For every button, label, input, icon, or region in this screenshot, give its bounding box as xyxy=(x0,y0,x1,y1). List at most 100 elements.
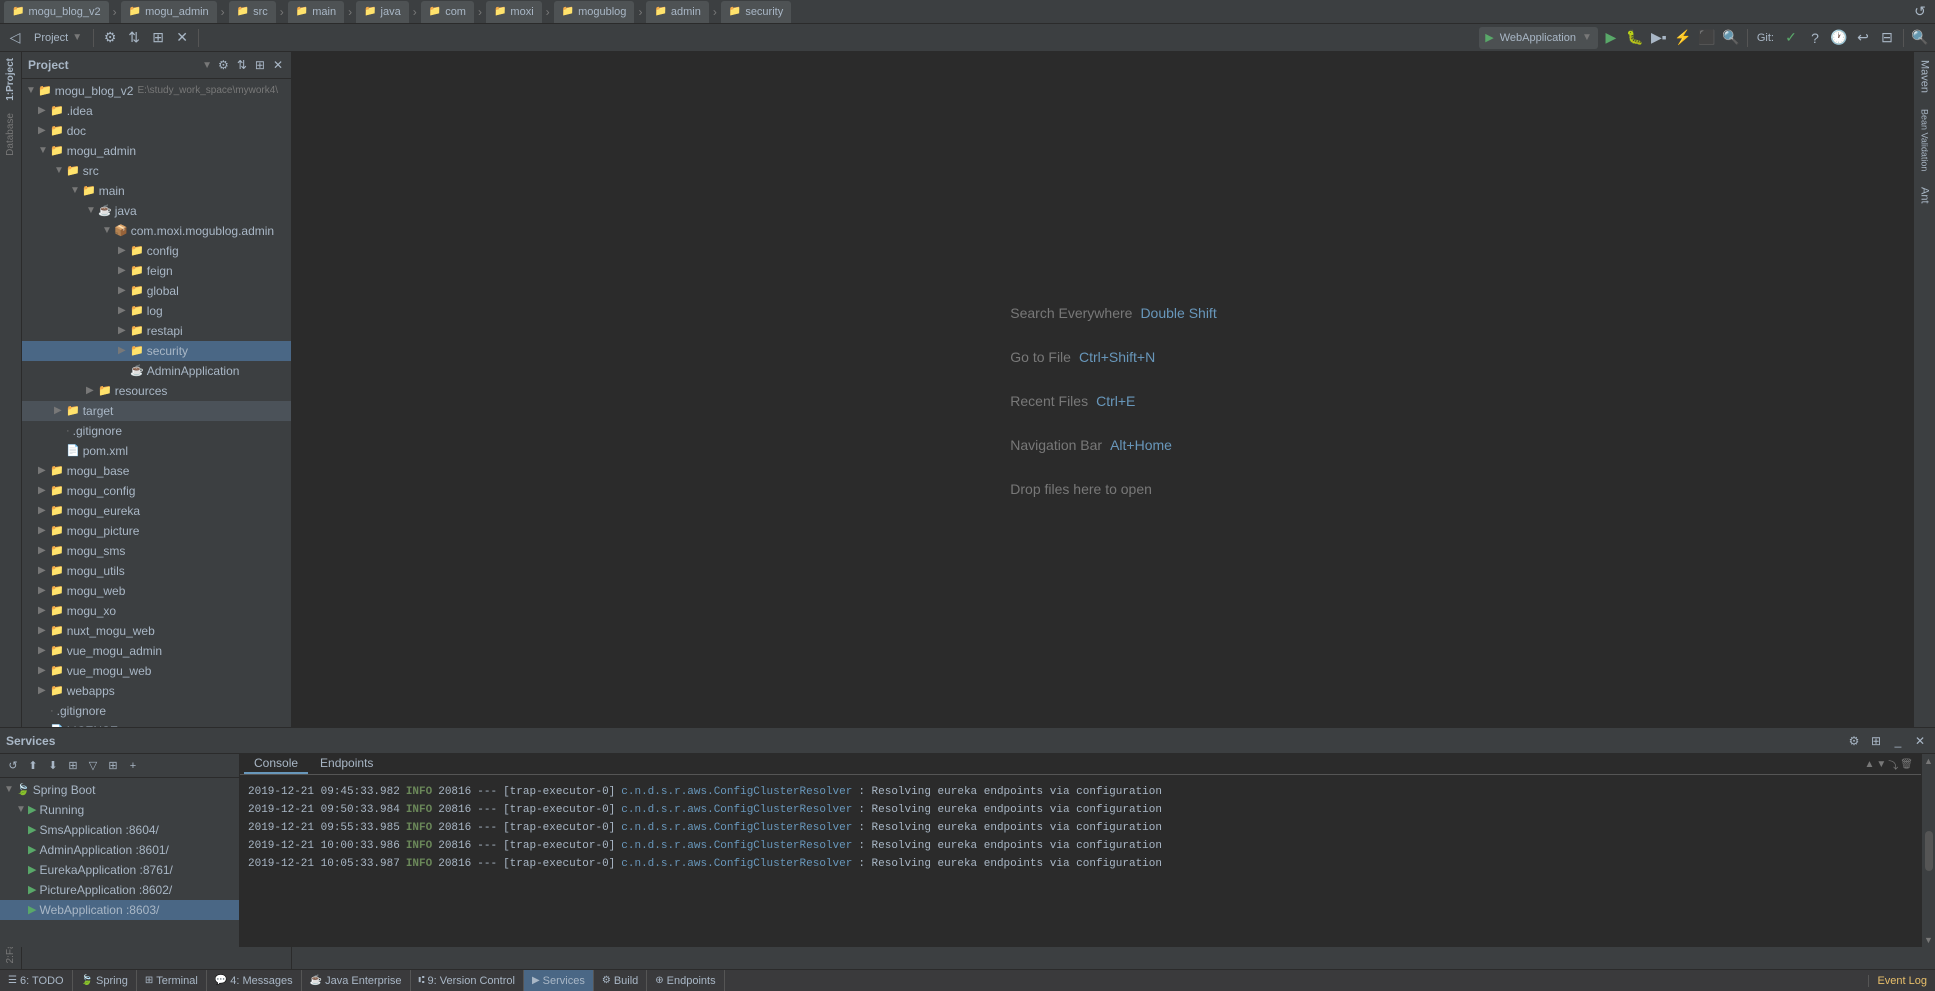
search-button[interactable]: 🔍 xyxy=(1720,27,1742,49)
services-more-btn[interactable]: ⊞ xyxy=(104,757,122,775)
git-question[interactable]: ? xyxy=(1804,27,1826,49)
services-layout-btn[interactable]: ⊞ xyxy=(1867,732,1885,750)
status-messages[interactable]: 💬 4: Messages xyxy=(207,970,302,991)
sidebar-tab-ant[interactable]: Ant xyxy=(1916,179,1934,212)
tree-vue-mogu-web[interactable]: ▶ 📁 vue_mogu_web xyxy=(22,661,291,681)
tree-src[interactable]: ▼ 📁 src xyxy=(22,161,291,181)
project-close-btn[interactable]: ✕ xyxy=(271,56,285,74)
tree-mogu-admin[interactable]: ▼ 📁 mogu_admin xyxy=(22,141,291,161)
services-spring-boot[interactable]: ▼ 🍃 Spring Boot xyxy=(0,780,239,800)
tree-webapps[interactable]: ▶ 📁 webapps xyxy=(22,681,291,701)
tree-nuxt-mogu-web[interactable]: ▶ 📁 nuxt_mogu_web xyxy=(22,621,291,641)
tab-moxi[interactable]: 📁 moxi xyxy=(486,1,542,23)
tree-mogu-web[interactable]: ▶ 📁 mogu_web xyxy=(22,581,291,601)
tree-pom[interactable]: 📄 pom.xml xyxy=(22,441,291,461)
services-sms-app[interactable]: ▶ SmsApplication :8604/ xyxy=(0,820,239,840)
project-expand-btn[interactable]: ⊞ xyxy=(253,56,267,74)
debug-button[interactable]: 🐛 xyxy=(1624,27,1646,49)
sidebar-tab-database[interactable]: Database xyxy=(3,107,18,162)
status-event-log[interactable]: Event Log xyxy=(1868,975,1935,987)
services-close-btn[interactable]: ✕ xyxy=(1911,732,1929,750)
services-add-btn[interactable]: + xyxy=(124,757,142,775)
console-tab-console[interactable]: Console xyxy=(244,754,308,774)
tree-mogu-utils[interactable]: ▶ 📁 mogu_utils xyxy=(22,561,291,581)
console-tab-endpoints[interactable]: Endpoints xyxy=(310,754,383,774)
console-wrap-btn[interactable]: ⤵ xyxy=(1888,757,1898,772)
console-log-area[interactable]: 2019-12-21 09:45:33.982 INFO 20816 --- [… xyxy=(240,775,1921,947)
tree-mogu-base[interactable]: ▶ 📁 mogu_base xyxy=(22,461,291,481)
console-clear-btn[interactable]: 🗑 xyxy=(1900,759,1913,770)
tab-mogu-admin[interactable]: 📁 mogu_admin xyxy=(121,1,217,23)
git-check[interactable]: ✓ xyxy=(1780,27,1802,49)
status-services[interactable]: ▶ Services xyxy=(524,970,594,991)
tree-security[interactable]: ▶ 📁 security xyxy=(22,341,291,361)
project-layout-btn[interactable]: ⇅ xyxy=(235,56,249,74)
tab-mogublog[interactable]: 📁 mogublog xyxy=(554,1,635,23)
services-admin-app[interactable]: ▶ AdminApplication :8601/ xyxy=(0,840,239,860)
tab-admin[interactable]: 📁 admin xyxy=(646,1,708,23)
profile-button[interactable]: ⚡ xyxy=(1672,27,1694,49)
tree-config[interactable]: ▶ 📁 config xyxy=(22,241,291,261)
tab-main[interactable]: 📁 main xyxy=(288,1,344,23)
tab-mogu-blog-v2[interactable]: 📁 mogu_blog_v2 xyxy=(4,1,109,23)
services-filter-btn[interactable]: ▽ xyxy=(84,757,102,775)
tree-resources[interactable]: ▶ 📁 resources xyxy=(22,381,291,401)
tree-mogu-picture[interactable]: ▶ 📁 mogu_picture xyxy=(22,521,291,541)
tree-root[interactable]: ▼ 📁 mogu_blog_v2 E:\study_work_space\myw… xyxy=(22,81,291,101)
tab-java[interactable]: 📁 java xyxy=(356,1,409,23)
tree-target[interactable]: ▶ 📁 target xyxy=(22,401,291,421)
tree-gitignore-root[interactable]: · .gitignore xyxy=(22,701,291,721)
scrollbar-down-btn[interactable]: ▼ xyxy=(1922,933,1935,947)
git-undo[interactable]: ↩ xyxy=(1852,27,1874,49)
toolbar-search2[interactable]: 🔍 xyxy=(1909,27,1931,49)
tree-mogu-sms[interactable]: ▶ 📁 mogu_sms xyxy=(22,541,291,561)
status-spring[interactable]: 🍃 Spring xyxy=(73,970,137,991)
status-terminal[interactable]: ⊞ Terminal xyxy=(137,970,207,991)
services-settings-btn[interactable]: ⚙ xyxy=(1845,732,1863,750)
console-scroll-up[interactable]: ▲ xyxy=(1864,759,1874,770)
run-config-name[interactable]: WebApplication xyxy=(1500,32,1576,44)
services-web-app[interactable]: ▶ WebApplication :8603/ xyxy=(0,900,239,920)
sidebar-tab-maven[interactable]: Maven xyxy=(1916,52,1934,101)
stop-button[interactable]: ⬛ xyxy=(1696,27,1718,49)
toolbar-settings[interactable]: ⚙ xyxy=(99,27,121,49)
status-version-control[interactable]: ⑆ 9: Version Control xyxy=(411,970,524,991)
scrollbar-thumb[interactable] xyxy=(1925,831,1933,871)
run-with-coverage-button[interactable]: ▶▪ xyxy=(1648,27,1670,49)
services-minimize-btn[interactable]: _ xyxy=(1889,732,1907,750)
refresh-icon[interactable]: ↺ xyxy=(1909,1,1931,23)
project-settings-btn[interactable]: ⚙ xyxy=(216,56,231,74)
console-scrollbar[interactable]: ▲ ▼ xyxy=(1921,754,1935,947)
status-endpoints[interactable]: ⊕ Endpoints xyxy=(647,970,724,991)
tab-com[interactable]: 📁 com xyxy=(421,1,474,23)
tab-security[interactable]: 📁 security xyxy=(721,1,791,23)
tree-doc[interactable]: ▶ 📁 doc xyxy=(22,121,291,141)
services-up-btn[interactable]: ⬆ xyxy=(24,757,42,775)
scrollbar-up-btn[interactable]: ▲ xyxy=(1922,754,1935,768)
tree-main[interactable]: ▼ 📁 main xyxy=(22,181,291,201)
tree-log[interactable]: ▶ 📁 log xyxy=(22,301,291,321)
tree-java[interactable]: ▼ ☕ java xyxy=(22,201,291,221)
tree-mogu-eureka[interactable]: ▶ 📁 mogu_eureka xyxy=(22,501,291,521)
tree-restapi[interactable]: ▶ 📁 restapi xyxy=(22,321,291,341)
toolbar-close[interactable]: ✕ xyxy=(171,27,193,49)
services-eureka-app[interactable]: ▶ EurekaApplication :8761/ xyxy=(0,860,239,880)
services-running-group[interactable]: ▼ ▶ Running xyxy=(0,800,239,820)
tree-global[interactable]: ▶ 📁 global xyxy=(22,281,291,301)
services-down-btn[interactable]: ⬇ xyxy=(44,757,62,775)
git-clock[interactable]: 🕐 xyxy=(1828,27,1850,49)
tree-gitignore-admin[interactable]: · .gitignore xyxy=(22,421,291,441)
sidebar-tab-project[interactable]: 1:Project xyxy=(3,52,18,107)
status-todo[interactable]: ☰ 6: TODO xyxy=(0,970,73,991)
services-group-btn[interactable]: ⊞ xyxy=(64,757,82,775)
git-layout[interactable]: ⊟ xyxy=(1876,27,1898,49)
services-picture-app[interactable]: ▶ PictureApplication :8602/ xyxy=(0,880,239,900)
sidebar-tab-bean-validation[interactable]: Bean Validation xyxy=(1917,101,1933,179)
tree-mogu-xo[interactable]: ▶ 📁 mogu_xo xyxy=(22,601,291,621)
toolbar-expand[interactable]: ⊞ xyxy=(147,27,169,49)
tab-src[interactable]: 📁 src xyxy=(229,1,276,23)
toolbar-navigate-back[interactable]: ◁ xyxy=(4,27,26,49)
toolbar-sort[interactable]: ⇅ xyxy=(123,27,145,49)
status-build[interactable]: ⚙ Build xyxy=(594,970,647,991)
tree-mogu-config[interactable]: ▶ 📁 mogu_config xyxy=(22,481,291,501)
